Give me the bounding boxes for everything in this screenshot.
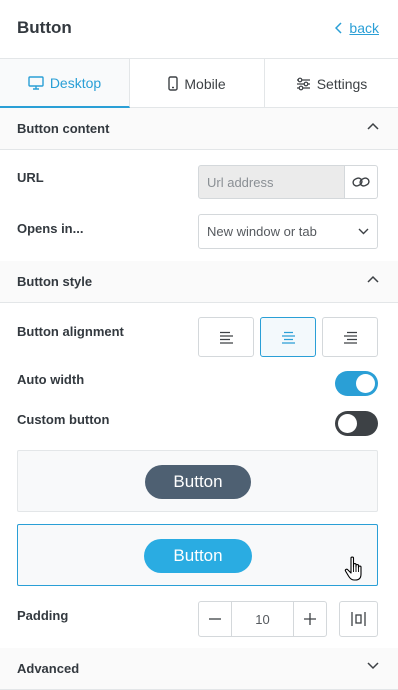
chevron-up-icon <box>367 275 379 283</box>
auto-width-label: Auto width <box>17 372 85 387</box>
section-button-style[interactable]: Button style <box>0 261 398 303</box>
align-right-button[interactable] <box>322 317 378 357</box>
minus-icon <box>209 618 221 620</box>
padding-stepper: 10 <box>198 601 327 637</box>
tab-mobile[interactable]: Mobile <box>130 59 265 108</box>
align-center-icon <box>281 331 295 344</box>
section-button-content[interactable]: Button content <box>0 108 398 150</box>
chevron-left-icon <box>335 22 342 34</box>
button-preset-dark[interactable]: Button <box>17 450 378 512</box>
button-preset-blue[interactable]: Button <box>17 524 378 586</box>
padding-label: Padding <box>17 608 69 623</box>
monitor-icon <box>28 75 44 90</box>
section-button-content-title: Button content <box>17 121 110 136</box>
toggle-knob <box>356 374 375 393</box>
url-label: URL <box>17 170 44 185</box>
custom-button-toggle[interactable] <box>335 411 378 436</box>
align-left-icon <box>219 331 233 344</box>
custom-button-label: Custom button <box>17 412 110 427</box>
align-center-button[interactable] <box>260 317 316 357</box>
chevron-down-icon <box>358 228 369 235</box>
align-right-icon <box>343 331 357 344</box>
decrement-button[interactable] <box>199 602 231 636</box>
tab-settings-label: Settings <box>316 75 368 92</box>
alignment-label: Button alignment <box>17 324 124 339</box>
toggle-knob <box>338 414 357 433</box>
padding-sides-icon <box>351 612 366 626</box>
section-button-style-title: Button style <box>17 274 93 289</box>
link-button[interactable] <box>344 165 378 199</box>
tab-mobile-label: Mobile <box>184 75 226 92</box>
back-link-label: back <box>349 20 379 36</box>
opens-in-value: New window or tab <box>207 224 317 239</box>
auto-width-toggle[interactable] <box>335 371 378 396</box>
panel-header: Button back <box>0 0 398 59</box>
device-tabs: Desktop Mobile Settings <box>0 59 398 108</box>
back-link[interactable]: back <box>335 20 379 36</box>
sliders-icon <box>296 77 310 90</box>
link-icon <box>352 177 370 187</box>
mobile-icon <box>168 76 179 91</box>
plus-icon <box>304 613 316 625</box>
opens-in-label: Opens in... <box>17 221 84 236</box>
section-advanced[interactable]: Advanced <box>0 648 398 690</box>
chevron-up-icon <box>367 122 379 130</box>
padding-sides-button[interactable] <box>339 601 378 637</box>
section-advanced-title: Advanced <box>17 661 80 676</box>
panel-title: Button <box>17 18 72 37</box>
opens-in-select[interactable]: New window or tab <box>198 214 378 249</box>
tab-settings[interactable]: Settings <box>265 59 398 108</box>
padding-value[interactable]: 10 <box>231 602 294 636</box>
chevron-down-icon <box>367 662 379 670</box>
tab-desktop-label: Desktop <box>49 74 102 91</box>
url-input[interactable]: Url address <box>198 165 345 199</box>
align-left-button[interactable] <box>198 317 254 357</box>
preset-button-label: Button <box>145 465 251 499</box>
tab-desktop[interactable]: Desktop <box>0 59 130 108</box>
preset-button-label: Button <box>144 539 252 573</box>
increment-button[interactable] <box>294 602 326 636</box>
hand-cursor-icon <box>344 556 362 581</box>
url-input-placeholder: Url address <box>207 174 274 190</box>
